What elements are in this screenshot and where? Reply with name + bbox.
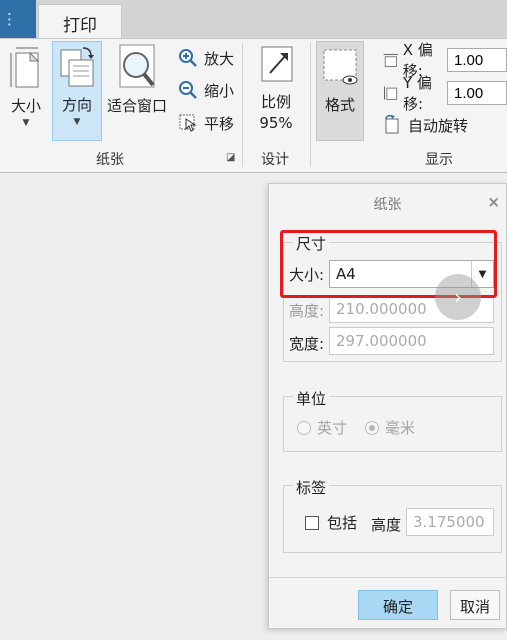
y-offset-row: Y 偏移:: [382, 74, 507, 113]
y-offset-icon: [384, 86, 398, 100]
chevron-down-icon: ▼: [73, 117, 81, 127]
unit-inch-radio[interactable]: 英寸: [297, 417, 347, 438]
zoom-out-label: 缩小: [204, 81, 235, 100]
label-legend: 标签: [293, 477, 330, 498]
pan-icon: [179, 114, 197, 132]
width-field-label: 宽度:: [289, 335, 325, 353]
zoom-out-button[interactable]: 缩小: [178, 77, 234, 103]
checkbox-icon: [305, 515, 319, 530]
scale-value: 95%: [259, 114, 293, 132]
group-separator: [242, 43, 243, 167]
scale-button[interactable]: 比例 95%: [250, 43, 302, 141]
include-label-text: 包括: [327, 514, 358, 532]
auto-rotate-label: 自动旋转: [408, 116, 469, 135]
pan-label: 平移: [204, 114, 235, 133]
unit-mm-label: 毫米: [385, 419, 416, 437]
page-size-icon: [10, 47, 40, 88]
x-offset-row: X 偏移:: [382, 41, 507, 80]
width-field[interactable]: 297.000000: [329, 327, 494, 355]
format-preview-icon: [323, 49, 358, 85]
include-label-checkbox[interactable]: 包括: [305, 512, 357, 533]
radio-selected-icon: [365, 420, 379, 435]
unit-inch-label: 英寸: [317, 419, 348, 437]
ribbon-tab-bar: ⋮ 打印: [0, 0, 507, 38]
size-button[interactable]: 大小 ▼: [4, 43, 48, 141]
dialog-title: 纸张: [373, 197, 402, 213]
cursor-indicator-icon: ›: [435, 274, 481, 320]
close-icon[interactable]: ×: [487, 193, 500, 211]
height-field-label: 高度:: [289, 302, 325, 320]
x-offset-input[interactable]: [447, 48, 507, 72]
pan-button[interactable]: 平移: [178, 110, 234, 136]
size-button-label: 大小: [10, 97, 41, 115]
x-offset-icon: [383, 53, 399, 67]
label-height-field[interactable]: 3.175000: [406, 508, 494, 536]
auto-rotate-icon: [385, 115, 399, 134]
units-legend: 单位: [293, 388, 330, 409]
ribbon: 大小 ▼ 方向 ▼ 适合窗口 放大 缩小 平移 纸张 ◪ 比例 95% 设计 格…: [0, 38, 507, 173]
group-separator: [310, 43, 311, 167]
design-group-label: 设计: [261, 152, 289, 168]
unit-mm-radio[interactable]: 毫米: [365, 417, 415, 438]
fit-window-label: 适合窗口: [106, 97, 167, 115]
zoom-in-label: 放大: [204, 49, 235, 68]
dialog-divider: [269, 577, 506, 578]
orientation-button-label: 方向: [61, 96, 92, 114]
scale-label: 比例: [260, 93, 291, 111]
orientation-icon: [60, 47, 94, 87]
auto-rotate-button[interactable]: 自动旋转: [382, 112, 468, 138]
chevron-down-icon: ▼: [22, 118, 30, 128]
paper-group-label: 纸张: [96, 152, 124, 168]
dialog-launcher-icon[interactable]: ◪: [226, 152, 235, 163]
zoom-in-icon: [179, 49, 197, 67]
tab-file[interactable]: ⋮: [0, 0, 36, 38]
label-height-label: 高度: [371, 516, 402, 534]
y-offset-label: Y 偏移:: [402, 74, 432, 113]
format-button[interactable]: 格式: [316, 41, 364, 141]
ok-button[interactable]: 确定: [358, 590, 438, 620]
zoom-in-button[interactable]: 放大: [178, 45, 234, 71]
scale-icon: [261, 46, 293, 82]
zoom-out-icon: [179, 81, 197, 99]
fit-window-button[interactable]: 适合窗口: [106, 43, 168, 123]
magnifier-page-icon: [119, 44, 155, 88]
radio-icon: [297, 420, 311, 435]
display-group-label: 显示: [425, 152, 453, 168]
tab-print[interactable]: 打印: [38, 4, 122, 38]
format-label: 格式: [324, 96, 355, 114]
y-offset-input[interactable]: [447, 81, 507, 105]
orientation-button[interactable]: 方向 ▼: [52, 41, 102, 141]
cancel-button[interactable]: 取消: [450, 590, 500, 620]
